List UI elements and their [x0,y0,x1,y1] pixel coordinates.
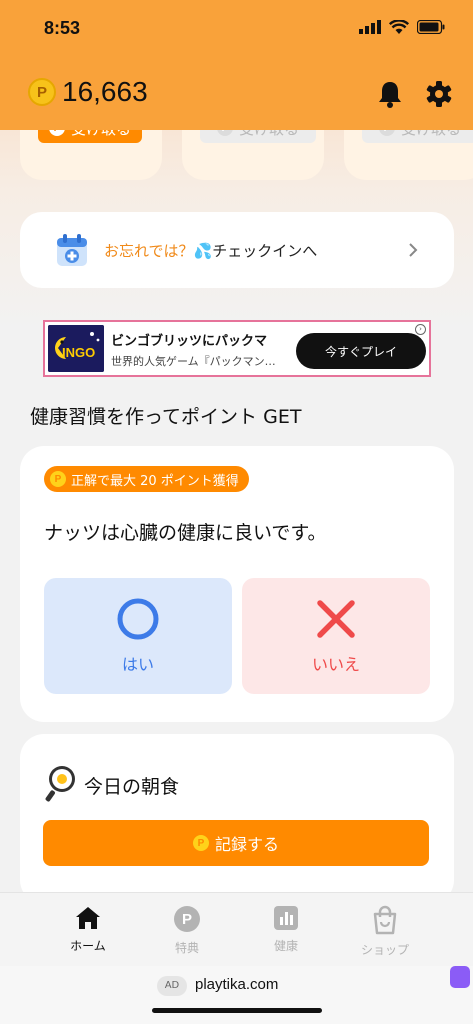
points-balance: P 16,663 [28,76,148,108]
ad-thumbnail: INGO [48,325,104,372]
wifi-icon [389,20,409,34]
coin-icon: P [28,78,56,106]
svg-text:P: P [182,911,192,928]
calendar-icon [57,234,87,266]
points-icon: P [174,906,200,932]
claim-label: 受け取る [71,130,131,139]
ad-banner[interactable]: INGO ビンゴブリッツにパックマ 世界的人気ゲーム『パックマン… 今すぐプレイ… [43,320,431,377]
ad-cta-button[interactable]: 今すぐプレイ [296,333,426,369]
record-button[interactable]: P 記録する [43,820,429,866]
checkin-rest: チェックインへ [212,241,318,260]
section-title: 健康習慣を作ってポイント GET [30,406,302,428]
quiz-badge: P 正解で最大 20 ポイント獲得 [44,466,249,492]
frying-pan-icon [45,766,75,802]
checkin-text: お忘れでは？💦チェックインへ [104,240,317,261]
points-value: 16,663 [62,76,148,107]
chart-icon [274,906,298,930]
breakfast-card: 今日の朝食 P 記録する [20,734,454,892]
ad-tag: AD [157,976,187,996]
gear-icon[interactable] [425,80,453,108]
checkin-banner[interactable]: お忘れでは？💦チェックインへ [20,212,454,288]
assistant-icon[interactable] [450,966,470,988]
ad-subtitle: 世界的人気ゲーム『パックマン… [111,355,276,368]
tab-label: ショップ [360,943,409,957]
ad-domain[interactable]: playtika.com [195,976,278,993]
reward-card: P 受け取る [20,130,162,180]
droplets-icon: 💦 [193,241,213,260]
app-header: 8:53 P 16,663 [0,0,473,130]
battery-icon [417,20,445,34]
coin-icon: P [192,835,209,851]
tab-rewards[interactable]: P 特典 [147,905,227,956]
answer-no-button[interactable]: いいえ [242,578,430,694]
tab-home[interactable]: ホーム [48,905,128,954]
chevron-right-icon [409,243,418,257]
signal-icon [359,20,381,34]
status-icons [359,20,445,34]
tab-shop[interactable]: ショップ [345,905,425,958]
claim-button[interactable]: P 受け取る [38,130,142,143]
status-time: 8:53 [44,18,81,38]
answer-no-label: いいえ [311,655,360,674]
ad-thumb-text: INGO [62,345,96,360]
quiz-badge-text: 正解で最大 20 ポイント獲得 [71,473,239,489]
ad-footer[interactable]: AD playtika.com [0,966,473,1024]
tab-label: ホーム [70,939,106,953]
coin-icon: P [378,130,395,136]
home-icon [76,907,100,929]
quiz-question: ナッツは心臓の健康に良いです。 [44,522,327,544]
answer-yes-button[interactable]: はい [44,578,232,694]
home-indicator [152,1008,322,1013]
claim-label: 受け取る [239,130,299,139]
bell-icon[interactable] [377,80,403,108]
coin-icon: P [48,130,65,136]
reward-card: P 受け取る [344,130,473,180]
ad-choices-icon[interactable]: › [415,324,426,335]
claim-button: P 受け取る [200,130,316,143]
claim-label: 受け取る [401,130,461,139]
bag-icon [373,905,397,935]
record-label: 記録する [214,835,279,854]
tab-label: 特典 [174,941,199,955]
cross-icon [317,600,355,638]
tab-health[interactable]: 健康 [246,905,326,954]
ad-title: ビンゴブリッツにパックマ [111,334,268,349]
coin-icon: P [50,471,66,487]
answer-yes-label: はい [121,655,154,674]
claim-button: P 受け取る [362,130,473,143]
tab-label: 健康 [273,939,298,953]
reward-card: P 受け取る [182,130,324,180]
coin-icon: P [216,130,233,136]
status-bar: 8:53 [0,0,473,56]
main-content[interactable]: P 受け取る P 受け取る P 受け取る お忘れでは？💦チェックインへ [0,130,473,892]
quiz-card: P 正解で最大 20 ポイント獲得 ナッツは心臓の健康に良いです。 はい いいえ [20,446,454,722]
tab-bar: ホーム P 特典 健康 ショップ [0,892,473,966]
breakfast-title: 今日の朝食 [84,776,180,798]
circle-icon [117,598,159,640]
checkin-highlight: お忘れでは？ [104,241,194,260]
